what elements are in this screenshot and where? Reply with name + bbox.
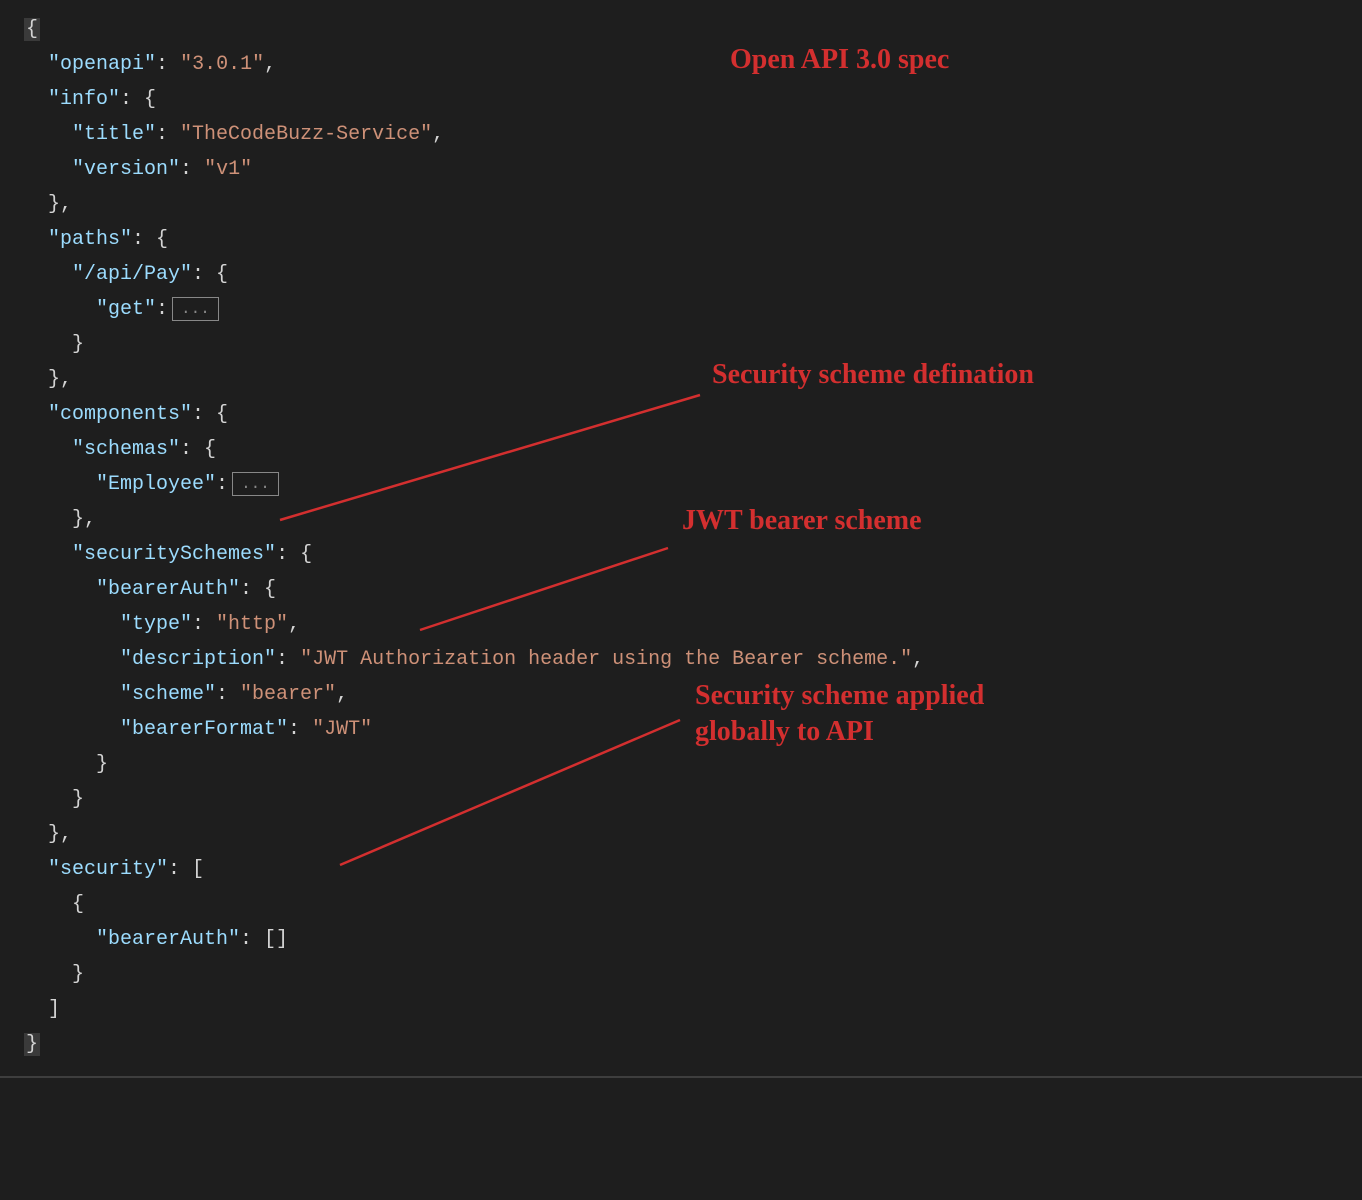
code-line: { <box>0 887 1362 922</box>
code-text: "get":... <box>8 292 219 327</box>
code-line: "Employee":... <box>0 467 1362 502</box>
code-line: "openapi": "3.0.1", <box>0 47 1362 82</box>
code-line: } <box>0 782 1362 817</box>
code-text: { <box>8 887 84 922</box>
code-line: } <box>0 327 1362 362</box>
code-line: }, <box>0 817 1362 852</box>
code-line: "paths": { <box>0 222 1362 257</box>
code-text: } <box>8 747 108 782</box>
code-text: } <box>8 782 84 817</box>
code-line: } <box>0 747 1362 782</box>
code-line: "type": "http", <box>0 607 1362 642</box>
code-line: }, <box>0 362 1362 397</box>
code-line: "version": "v1" <box>0 152 1362 187</box>
code-text: "bearerFormat": "JWT" <box>8 712 372 747</box>
code-text: "security": [ <box>8 852 204 887</box>
code-text: "Employee":... <box>8 467 279 502</box>
code-line: "securitySchemes": { <box>0 537 1362 572</box>
code-text: "securitySchemes": { <box>8 537 312 572</box>
code-text: ] <box>8 992 60 1027</box>
code-line: "/api/Pay": { <box>0 257 1362 292</box>
code-text: }, <box>8 187 72 222</box>
code-text: }, <box>8 502 96 537</box>
code-text: "openapi": "3.0.1", <box>8 47 276 82</box>
code-line: "info": { <box>0 82 1362 117</box>
collapsed-region[interactable]: ... <box>232 472 279 496</box>
code-line: "schemas": { <box>0 432 1362 467</box>
code-text: }, <box>8 817 72 852</box>
annotation-jwt-bearer: JWT bearer scheme <box>682 503 922 539</box>
code-text: "components": { <box>8 397 228 432</box>
code-line: } <box>0 1027 1362 1062</box>
code-line: "components": { <box>0 397 1362 432</box>
code-text: { <box>8 12 40 47</box>
code-text: "paths": { <box>8 222 168 257</box>
code-line: { <box>0 12 1362 47</box>
code-line: "description": "JWT Authorization header… <box>0 642 1362 677</box>
code-text: }, <box>8 362 72 397</box>
code-text: } <box>8 1027 40 1062</box>
code-text: "/api/Pay": { <box>8 257 228 292</box>
code-text: "schemas": { <box>8 432 216 467</box>
code-line: } <box>0 957 1362 992</box>
code-line: "get":... <box>0 292 1362 327</box>
code-line: "bearerAuth": [] <box>0 922 1362 957</box>
horizontal-scrollbar[interactable] <box>0 1076 1362 1078</box>
code-line: }, <box>0 187 1362 222</box>
code-text: "scheme": "bearer", <box>8 677 348 712</box>
code-line: "scheme": "bearer", <box>0 677 1362 712</box>
code-line: "title": "TheCodeBuzz-Service", <box>0 117 1362 152</box>
code-text: "bearerAuth": [] <box>8 922 288 957</box>
code-line: "bearerFormat": "JWT" <box>0 712 1362 747</box>
code-text: "bearerAuth": { <box>8 572 276 607</box>
code-text: } <box>8 327 84 362</box>
annotation-security-scheme-def: Security scheme defination <box>712 357 1034 393</box>
code-line: "security": [ <box>0 852 1362 887</box>
annotation-security-global: Security scheme applied globally to API <box>695 678 1035 751</box>
code-text: "version": "v1" <box>8 152 252 187</box>
code-line: ] <box>0 992 1362 1027</box>
collapsed-region[interactable]: ... <box>172 297 219 321</box>
code-line: }, <box>0 502 1362 537</box>
code-text: "type": "http", <box>8 607 300 642</box>
code-text: "description": "JWT Authorization header… <box>8 642 924 677</box>
code-editor-panel: { "openapi": "3.0.1", "info": { "title":… <box>0 0 1362 1062</box>
code-text: } <box>8 957 84 992</box>
annotation-open-api: Open API 3.0 spec <box>730 42 949 78</box>
code-line: "bearerAuth": { <box>0 572 1362 607</box>
code-text: "title": "TheCodeBuzz-Service", <box>8 117 444 152</box>
code-text: "info": { <box>8 82 156 117</box>
